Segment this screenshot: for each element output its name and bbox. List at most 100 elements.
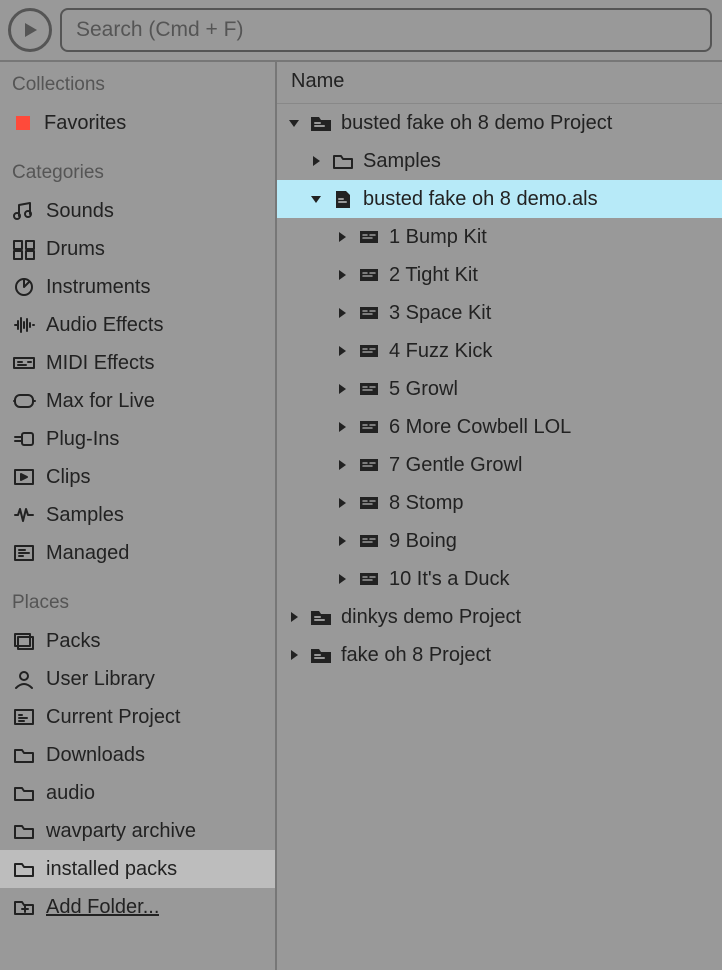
tree-row[interactable]: dinkys demo Project — [277, 598, 722, 636]
play-button[interactable] — [8, 8, 52, 52]
tree-row[interactable]: 9 Boing — [277, 522, 722, 560]
category-item[interactable]: Managed — [0, 534, 275, 572]
tree-row[interactable]: 4 Fuzz Kick — [277, 332, 722, 370]
file-tree: busted fake oh 8 demo Project Samples bust… — [277, 104, 722, 674]
project-folder-icon — [309, 606, 333, 628]
project-folder-icon — [309, 112, 333, 134]
samples-icon — [12, 504, 36, 526]
category-item[interactable]: Clips — [0, 458, 275, 496]
chevron-right-icon[interactable] — [287, 610, 301, 624]
instruments-icon — [12, 276, 36, 298]
place-item[interactable]: Current Project — [0, 698, 275, 736]
collections-favorites[interactable]: Favorites — [0, 104, 275, 142]
chevron-right-icon[interactable] — [335, 230, 349, 244]
sidebar: Collections Favorites Categories Sounds D… — [0, 62, 277, 970]
chevron-right-icon[interactable] — [335, 534, 349, 548]
category-label: Samples — [46, 504, 124, 527]
place-label: wavparty archive — [46, 820, 196, 843]
category-item[interactable]: MIDI Effects — [0, 344, 275, 382]
category-label: Max for Live — [46, 390, 155, 413]
chevron-right-icon[interactable] — [287, 648, 301, 662]
chevron-right-icon[interactable] — [335, 420, 349, 434]
categories-list: Sounds Drums InstrumentsAudio EffectsMIDI … — [0, 192, 275, 572]
preset-icon — [357, 492, 381, 514]
tree-row[interactable]: 2 Tight Kit — [277, 256, 722, 294]
chevron-down-icon[interactable] — [287, 116, 301, 130]
tree-row[interactable]: 7 Gentle Growl — [277, 446, 722, 484]
place-item[interactable]: installed packs — [0, 850, 275, 888]
category-item[interactable]: Plug-Ins — [0, 420, 275, 458]
audio-effects-icon — [12, 314, 36, 336]
plug-ins-icon — [12, 428, 36, 450]
managed-icon — [12, 542, 36, 564]
preset-icon — [357, 226, 381, 248]
tree-label: 2 Tight Kit — [389, 264, 478, 287]
preset-icon — [357, 264, 381, 286]
tree-label: busted fake oh 8 demo Project — [341, 112, 612, 135]
chevron-right-icon[interactable] — [309, 154, 323, 168]
place-item[interactable]: User Library — [0, 660, 275, 698]
project-folder-icon — [309, 644, 333, 666]
category-item[interactable]: Audio Effects — [0, 306, 275, 344]
category-item[interactable]: Drums — [0, 230, 275, 268]
content-header-name[interactable]: Name — [277, 62, 722, 104]
chevron-right-icon[interactable] — [335, 268, 349, 282]
preset-icon — [357, 302, 381, 324]
tree-row[interactable]: fake oh 8 Project — [277, 636, 722, 674]
tree-row[interactable]: 6 More Cowbell LOL — [277, 408, 722, 446]
preset-icon — [357, 530, 381, 552]
tree-row[interactable]: Samples — [277, 142, 722, 180]
add-folder-icon — [12, 896, 36, 918]
folder-plain-icon — [331, 150, 355, 172]
category-label: Managed — [46, 542, 129, 565]
clips-icon — [12, 466, 36, 488]
tree-label: 3 Space Kit — [389, 302, 491, 325]
tree-row[interactable]: 3 Space Kit — [277, 294, 722, 332]
collections-header: Collections — [0, 68, 275, 104]
place-item[interactable]: wavparty archive — [0, 812, 275, 850]
category-item[interactable]: Sounds — [0, 192, 275, 230]
places-list: Packs User Library Current ProjectDownload… — [0, 622, 275, 926]
place-label: Add Folder... — [46, 896, 159, 919]
packs-icon — [12, 630, 36, 652]
category-item[interactable]: Max for Live — [0, 382, 275, 420]
tree-label: 10 It's a Duck — [389, 568, 510, 591]
topbar — [0, 0, 722, 62]
sounds-icon — [12, 200, 36, 222]
tree-row[interactable]: busted fake oh 8 demo.als — [277, 180, 722, 218]
place-item[interactable]: Downloads — [0, 736, 275, 774]
tree-label: busted fake oh 8 demo.als — [363, 188, 598, 211]
tree-row[interactable]: busted fake oh 8 demo Project — [277, 104, 722, 142]
chevron-right-icon[interactable] — [335, 306, 349, 320]
chevron-right-icon[interactable] — [335, 344, 349, 358]
add-folder-button[interactable]: Add Folder... — [0, 888, 275, 926]
tree-row[interactable]: 1 Bump Kit — [277, 218, 722, 256]
chevron-right-icon[interactable] — [335, 572, 349, 586]
folder-icon — [12, 782, 36, 804]
category-label: Drums — [46, 238, 105, 261]
category-item[interactable]: Instruments — [0, 268, 275, 306]
place-label: Packs — [46, 630, 100, 653]
user-library-icon — [12, 668, 36, 690]
places-header: Places — [0, 586, 275, 622]
app-root: Collections Favorites Categories Sounds D… — [0, 0, 722, 970]
tree-row[interactable]: 5 Growl — [277, 370, 722, 408]
category-label: Plug-Ins — [46, 428, 119, 451]
tree-label: fake oh 8 Project — [341, 644, 491, 667]
max-for-live-icon — [12, 390, 36, 412]
category-label: Clips — [46, 466, 90, 489]
chevron-right-icon[interactable] — [335, 382, 349, 396]
tree-label: 6 More Cowbell LOL — [389, 416, 571, 439]
chevron-down-icon[interactable] — [309, 192, 323, 206]
place-item[interactable]: Packs — [0, 622, 275, 660]
place-label: User Library — [46, 668, 155, 691]
categories-header: Categories — [0, 156, 275, 192]
tree-label: 1 Bump Kit — [389, 226, 487, 249]
place-item[interactable]: audio — [0, 774, 275, 812]
tree-row[interactable]: 10 It's a Duck — [277, 560, 722, 598]
search-input[interactable] — [60, 8, 712, 52]
chevron-right-icon[interactable] — [335, 496, 349, 510]
chevron-right-icon[interactable] — [335, 458, 349, 472]
tree-row[interactable]: 8 Stomp — [277, 484, 722, 522]
category-item[interactable]: Samples — [0, 496, 275, 534]
